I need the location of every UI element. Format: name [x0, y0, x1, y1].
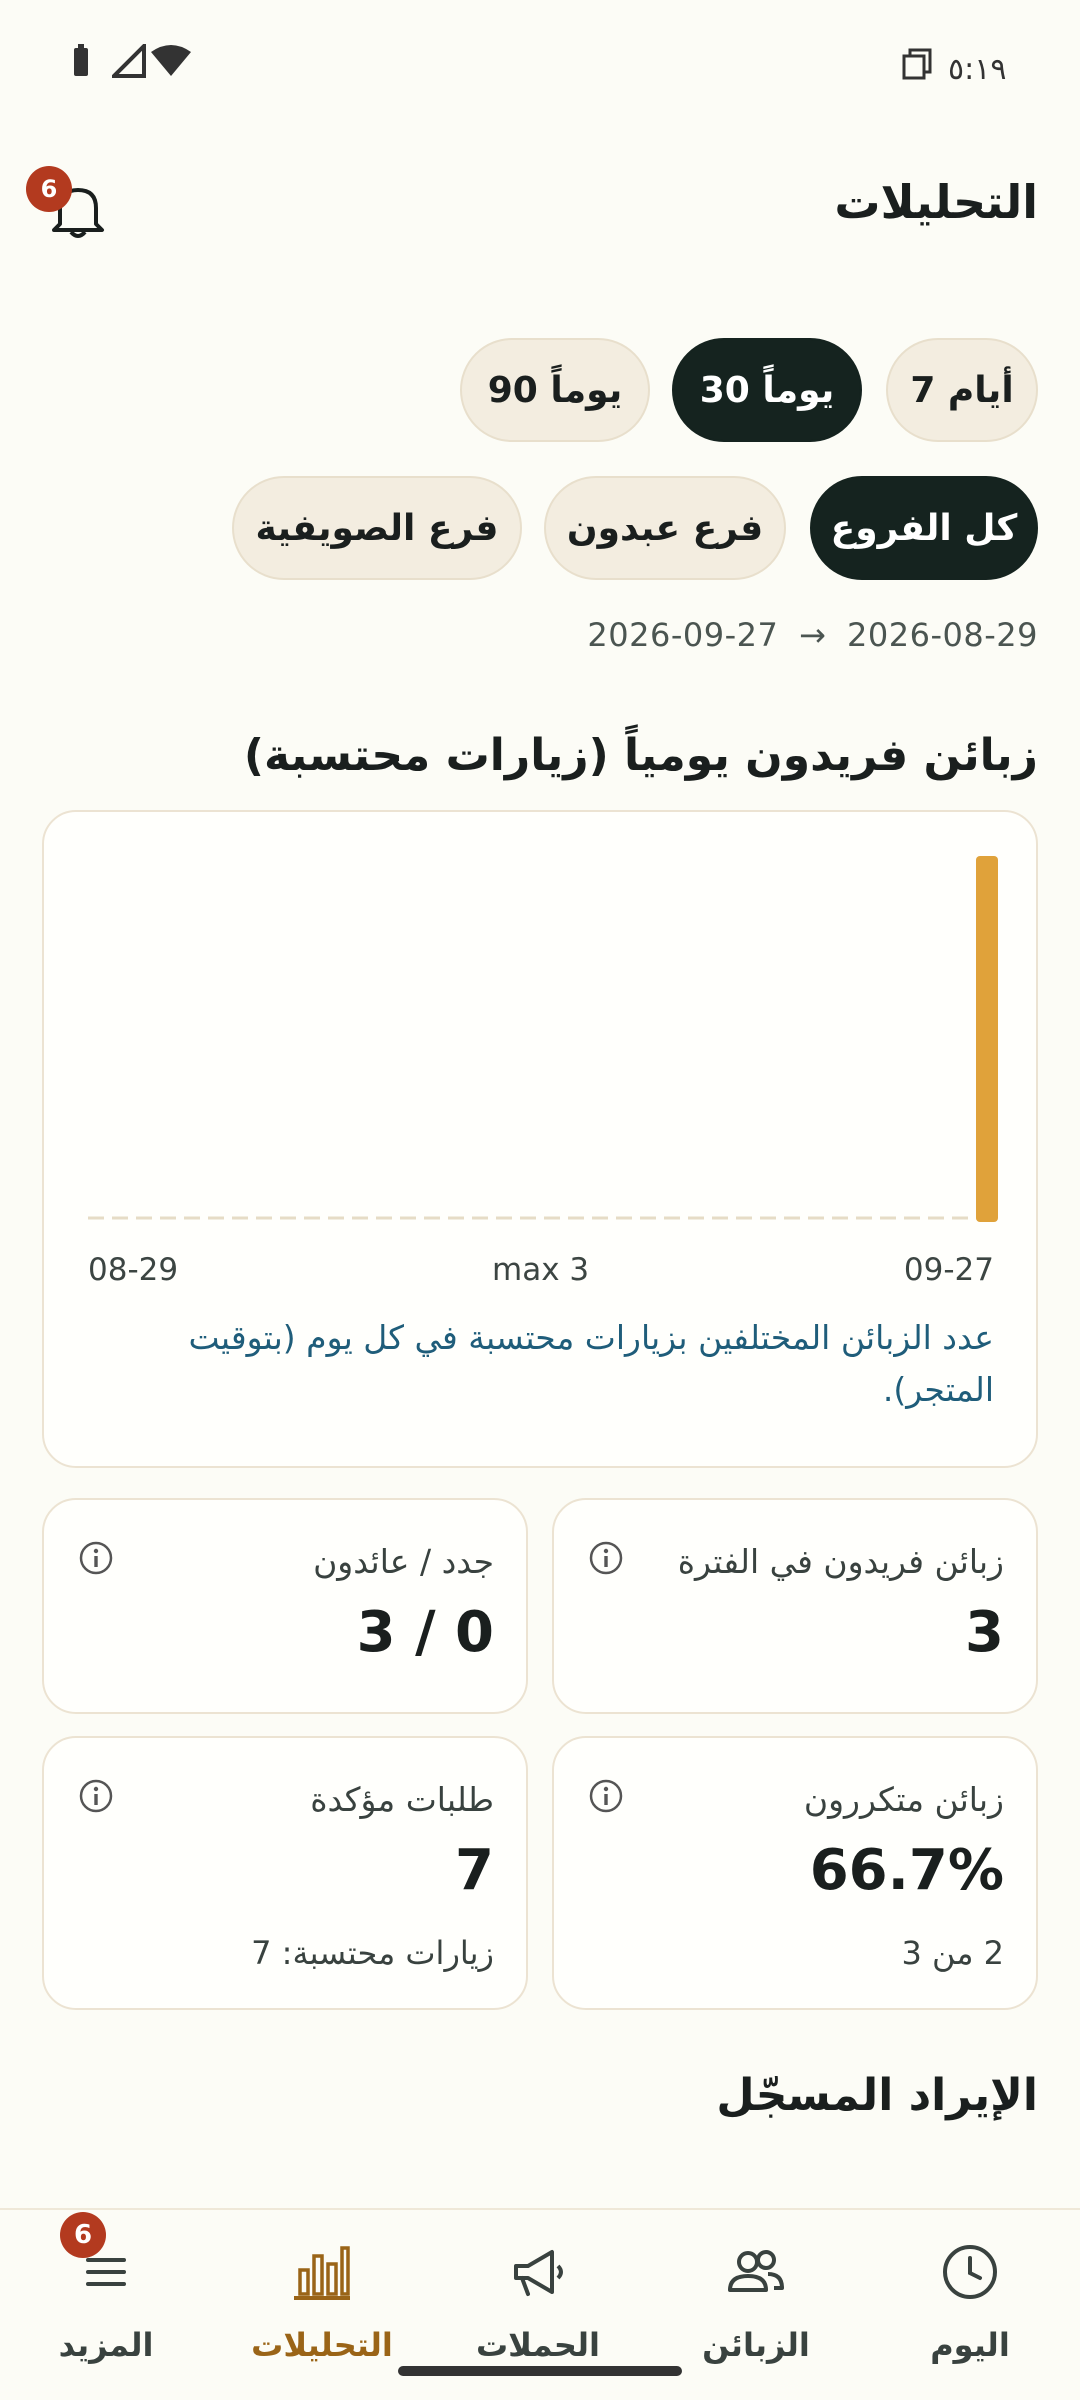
chart-bar-09-27: [976, 856, 998, 1222]
stat-sub: 2 من 3: [901, 1934, 1004, 1972]
wifi-icon: [150, 44, 192, 82]
battery-icon: [72, 44, 90, 82]
more-badge: 6: [60, 2212, 106, 2258]
info-icon[interactable]: [78, 1778, 114, 1814]
notification-badge: 6: [26, 166, 72, 212]
x-axis-start-label: 08-29: [88, 1252, 179, 1288]
chart-max-label: max 3: [492, 1252, 590, 1288]
daily-chart-card: 08-29 max 3 09-27 عدد الزبائن المختلفين …: [42, 810, 1038, 1468]
home-indicator[interactable]: [398, 2366, 682, 2376]
stat-label: زبائن فريدون في الفترة: [677, 1542, 1004, 1581]
nav-more[interactable]: المزيد: [16, 2228, 196, 2378]
stat-card-new-returning: جدد / عائدون 3 / 0: [42, 1498, 528, 1714]
info-icon[interactable]: [588, 1778, 624, 1814]
users-icon: [728, 2250, 784, 2292]
nav-analytics[interactable]: التحليلات: [232, 2228, 412, 2378]
chip-abdoun-branch[interactable]: فرع عبدون: [544, 476, 786, 580]
screenshot-icon: [902, 48, 932, 80]
stat-label: زبائن متكررون: [803, 1780, 1004, 1819]
stat-sub: زيارات محتسبة: 7: [251, 1934, 494, 1972]
daily-chart-title: زبائن فريدون يومياً (زيارات محتسبة): [243, 730, 1038, 781]
chip-7-days[interactable]: 7 أيام: [886, 338, 1038, 442]
date-range: 2026-09-27 → 2026-08-29: [587, 616, 1038, 654]
chart-note: عدد الزبائن المختلفين بزيارات محتسبة في …: [188, 1318, 994, 1409]
clock-icon: [943, 2245, 997, 2299]
signal-icon: [109, 41, 146, 82]
stat-value: 7: [455, 1838, 494, 1903]
stat-label: طلبات مؤكدة: [310, 1780, 494, 1819]
stat-card-confirmed-orders: طلبات مؤكدة 7 زيارات محتسبة: 7: [42, 1736, 528, 2010]
stat-value: 66.7%: [809, 1838, 1004, 1903]
stat-card-repeat-customers: زبائن متكررون 66.7% 2 من 3: [552, 1736, 1038, 2010]
chip-90-days[interactable]: 90 يوماً: [460, 338, 650, 442]
chip-sweifieh-branch[interactable]: فرع الصويفية: [232, 476, 522, 580]
status-time: ٥:١٩: [948, 52, 1007, 87]
nav-campaigns[interactable]: الحملات: [448, 2228, 628, 2378]
nav-today[interactable]: اليوم: [880, 2228, 1060, 2378]
megaphone-icon: [514, 2250, 563, 2296]
revenue-title: الإيراد المسجّل: [716, 2070, 1038, 2121]
stat-label: جدد / عائدون: [313, 1542, 494, 1581]
stat-card-unique-customers: زبائن فريدون في الفترة 3: [552, 1498, 1038, 1714]
stat-value: 3 / 0: [356, 1600, 494, 1665]
daily-chart: [88, 856, 998, 1222]
info-icon[interactable]: [588, 1540, 624, 1576]
chip-30-days[interactable]: 30 يوماً: [672, 338, 862, 442]
chip-all-branches[interactable]: كل الفروع: [810, 476, 1038, 580]
stat-value: 3: [965, 1600, 1004, 1665]
x-axis-end-label: 09-27: [903, 1252, 994, 1288]
bar-chart-icon: [294, 2246, 350, 2300]
info-icon[interactable]: [78, 1540, 114, 1576]
nav-customers[interactable]: الزبائن: [666, 2228, 846, 2378]
page-title: التحليلات: [834, 175, 1038, 229]
